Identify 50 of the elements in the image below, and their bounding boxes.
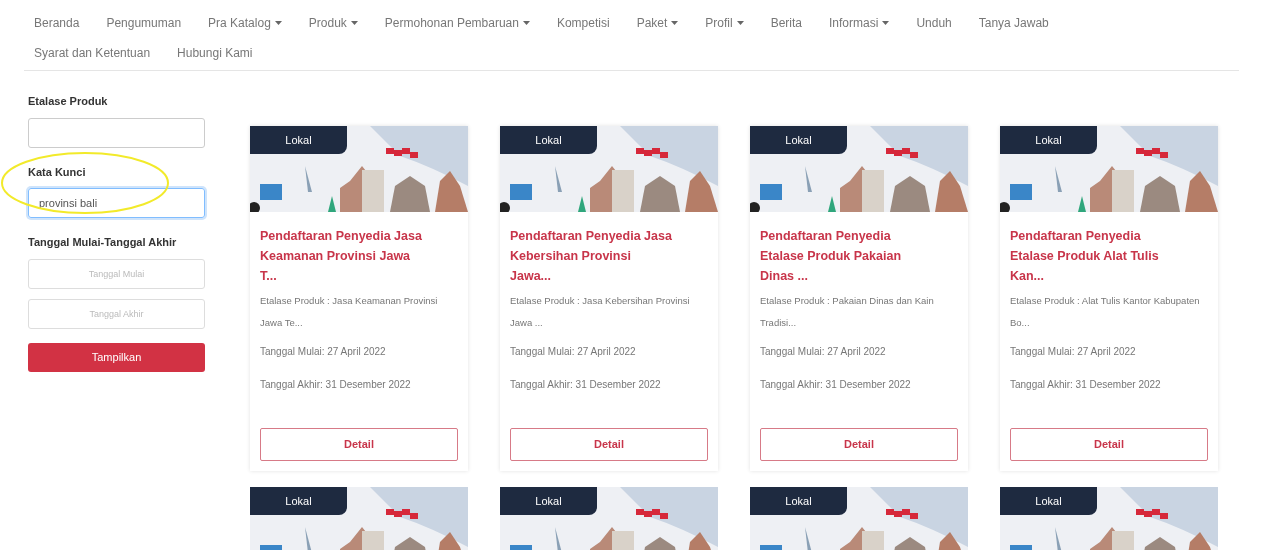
card-start-date: Tanggal Mulai: 27 April 2022 bbox=[1010, 345, 1137, 359]
detail-button[interactable]: Detail bbox=[510, 428, 708, 461]
card-end-date: Tanggal Akhir: 31 Desember 2022 bbox=[510, 378, 662, 392]
detail-button[interactable]: Detail bbox=[760, 428, 958, 461]
card-start-date: Tanggal Mulai: 27 April 2022 bbox=[760, 345, 887, 359]
nav-link[interactable]: Permohonan Pembaruan bbox=[384, 10, 530, 36]
show-button[interactable]: Tampilkan bbox=[28, 343, 205, 372]
field-label: Tanggal Mulai-Tanggal Akhir bbox=[28, 235, 178, 250]
category-badge: Lokal bbox=[250, 126, 347, 154]
category-badge: Lokal bbox=[1000, 487, 1097, 515]
nav-link[interactable]: Informasi bbox=[829, 10, 890, 36]
card-etalase: Etalase Produk : Alat Tulis Kantor Kabupaten Bo... bbox=[1010, 294, 1201, 330]
category-badge: Lokal bbox=[500, 126, 597, 154]
nav-link[interactable]: Profil bbox=[705, 10, 744, 36]
field-label: Etalase Produk bbox=[28, 94, 109, 109]
etalase-input-field[interactable] bbox=[28, 117, 205, 148]
category-badge: Lokal bbox=[750, 487, 847, 515]
card-end-date: Tanggal Akhir: 31 Desember 2022 bbox=[260, 378, 412, 392]
nav-link[interactable]: Paket bbox=[636, 10, 679, 36]
nav-link[interactable]: Pengumuman bbox=[106, 10, 182, 36]
nav-link[interactable]: Berita bbox=[770, 10, 802, 36]
card-end-date: Tanggal Akhir: 31 Desember 2022 bbox=[760, 378, 912, 392]
nav-link[interactable]: Beranda bbox=[34, 10, 80, 36]
card-title[interactable]: Pendaftaran Penyedia Jasa Keamanan Provinsi Jawa T... bbox=[260, 226, 425, 286]
card-title[interactable]: Pendaftaran Penyedia Jasa Kebersihan Provinsi Jawa... bbox=[510, 226, 675, 286]
card-start-date: Tanggal Mulai: 27 April 2022 bbox=[260, 345, 387, 359]
card-end-date: Tanggal Akhir: 31 Desember 2022 bbox=[1010, 378, 1162, 392]
category-badge: Lokal bbox=[750, 126, 847, 154]
card-etalase: Etalase Produk : Jasa Kebersihan Provinsi Jawa ... bbox=[510, 294, 691, 330]
keyword-input-field[interactable]: provinsi bali bbox=[28, 188, 205, 218]
category-badge: Lokal bbox=[500, 487, 597, 515]
nav-link[interactable]: Kompetisi bbox=[556, 10, 610, 36]
nav-link[interactable]: Hubungi Kami bbox=[177, 40, 253, 66]
nav-link[interactable]: Tanya Jawab bbox=[978, 10, 1049, 36]
card-title[interactable]: Pendaftaran Penyedia Etalase Produk Pakaian Dinas ... bbox=[760, 226, 925, 286]
nav-link[interactable]: Unduh bbox=[916, 10, 952, 36]
card-start-date: Tanggal Mulai: 27 April 2022 bbox=[510, 345, 637, 359]
card-title[interactable]: Pendaftaran Penyedia Etalase Produk Alat Tulis Kan... bbox=[1010, 226, 1175, 286]
end-date-field[interactable]: Tanggal Akhir bbox=[28, 299, 205, 329]
detail-button[interactable]: Detail bbox=[1010, 428, 1208, 461]
category-badge: Lokal bbox=[250, 487, 347, 515]
category-badge: Lokal bbox=[1000, 126, 1097, 154]
detail-button[interactable]: Detail bbox=[260, 428, 458, 461]
start-date-field[interactable]: Tanggal Mulai bbox=[28, 259, 205, 289]
nav-link[interactable]: Pra Katalog bbox=[208, 10, 282, 36]
field-label: Kata Kunci bbox=[28, 164, 87, 180]
card-etalase: Etalase Produk : Jasa Keamanan Provinsi Jawa Te... bbox=[260, 294, 439, 330]
nav-link[interactable]: Produk bbox=[308, 10, 358, 36]
card-etalase: Etalase Produk : Pakaian Dinas dan Kain Tradisi... bbox=[760, 294, 935, 330]
nav-link[interactable]: Syarat dan Ketentuan bbox=[34, 40, 151, 66]
